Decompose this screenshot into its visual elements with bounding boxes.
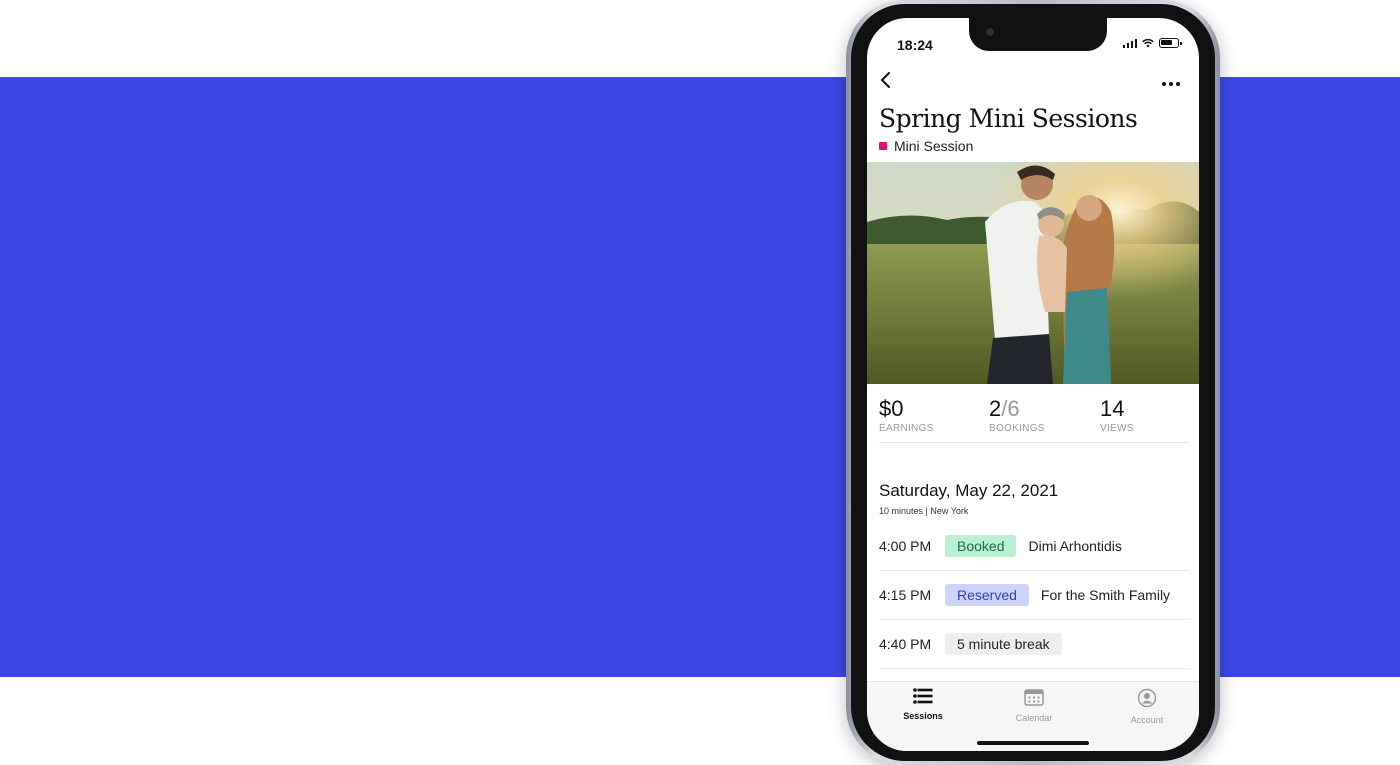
list-icon bbox=[913, 688, 933, 704]
views-stat: 14 VIEWS bbox=[1100, 396, 1134, 434]
battery-icon bbox=[1159, 38, 1182, 48]
tab-label: Account bbox=[1130, 715, 1164, 725]
calendar-icon bbox=[1024, 689, 1044, 706]
home-indicator[interactable] bbox=[977, 741, 1089, 745]
account-icon bbox=[1137, 688, 1157, 708]
ellipsis-icon bbox=[1162, 82, 1180, 86]
slot-client-name: Dimi Arhontidis bbox=[1028, 538, 1122, 554]
phone-bezel: 18:24 Spring Mini Sessions Mini Session … bbox=[851, 4, 1215, 761]
session-title: Spring Mini Sessions bbox=[879, 104, 1138, 133]
session-cover-photo bbox=[867, 162, 1199, 384]
app-screen: 18:24 Spring Mini Sessions Mini Session … bbox=[867, 18, 1199, 751]
status-time: 18:24 bbox=[897, 37, 933, 53]
time-slot-row[interactable]: 4:15 PM Reserved For the Smith Family bbox=[879, 571, 1189, 620]
tab-account[interactable]: Account bbox=[1107, 688, 1187, 725]
session-type-color-swatch bbox=[879, 142, 887, 150]
bookings-label: BOOKINGS bbox=[989, 423, 1045, 434]
time-slot-row[interactable]: 4:40 PM 5 minute break bbox=[879, 620, 1189, 669]
family-photo-image bbox=[867, 162, 1199, 384]
slot-time: 4:40 PM bbox=[879, 636, 932, 652]
status-icons bbox=[1122, 38, 1182, 48]
session-type-label: Mini Session bbox=[894, 138, 974, 154]
tab-label: Sessions bbox=[903, 711, 943, 721]
bookings-value: 2 bbox=[989, 396, 1002, 421]
schedule-details: 10 minutes | New York bbox=[879, 506, 969, 516]
chevron-left-icon bbox=[880, 72, 890, 88]
notch bbox=[969, 18, 1107, 51]
slot-status-badge: Booked bbox=[945, 535, 1017, 557]
session-type: Mini Session bbox=[879, 138, 973, 154]
schedule-date: Saturday, May 22, 2021 bbox=[879, 481, 1059, 500]
slot-client-name: For the Smith Family bbox=[1040, 587, 1171, 603]
phone-frame: 18:24 Spring Mini Sessions Mini Session … bbox=[846, 0, 1220, 765]
earnings-label: EARNINGS bbox=[879, 423, 934, 434]
signal-icon bbox=[1122, 39, 1137, 48]
tab-label: Calendar bbox=[1015, 713, 1053, 723]
earnings-value: $0 bbox=[879, 396, 904, 421]
slot-time: 4:00 PM bbox=[879, 538, 932, 554]
bookings-stat: 2/6 BOOKINGS bbox=[989, 396, 1045, 434]
camera-icon bbox=[986, 28, 994, 36]
slot-status-badge: Reserved bbox=[945, 584, 1029, 606]
earnings-stat: $0 EARNINGS bbox=[879, 396, 934, 434]
tab-calendar[interactable]: Calendar bbox=[994, 688, 1074, 723]
wifi-icon bbox=[1142, 38, 1154, 48]
more-options-button[interactable] bbox=[1161, 72, 1181, 90]
slot-time: 4:15 PM bbox=[879, 587, 932, 603]
views-value: 14 bbox=[1100, 396, 1125, 421]
tab-sessions[interactable]: Sessions bbox=[883, 688, 963, 721]
back-button[interactable] bbox=[879, 70, 891, 94]
slot-status-badge: 5 minute break bbox=[945, 633, 1062, 655]
bookings-total: /6 bbox=[1001, 396, 1020, 421]
session-stats: $0 EARNINGS 2/6 BOOKINGS 14 VIEWS bbox=[879, 396, 1189, 443]
views-label: VIEWS bbox=[1100, 423, 1134, 434]
time-slot-row[interactable]: 4:00 PM Booked Dimi Arhontidis bbox=[879, 522, 1189, 571]
